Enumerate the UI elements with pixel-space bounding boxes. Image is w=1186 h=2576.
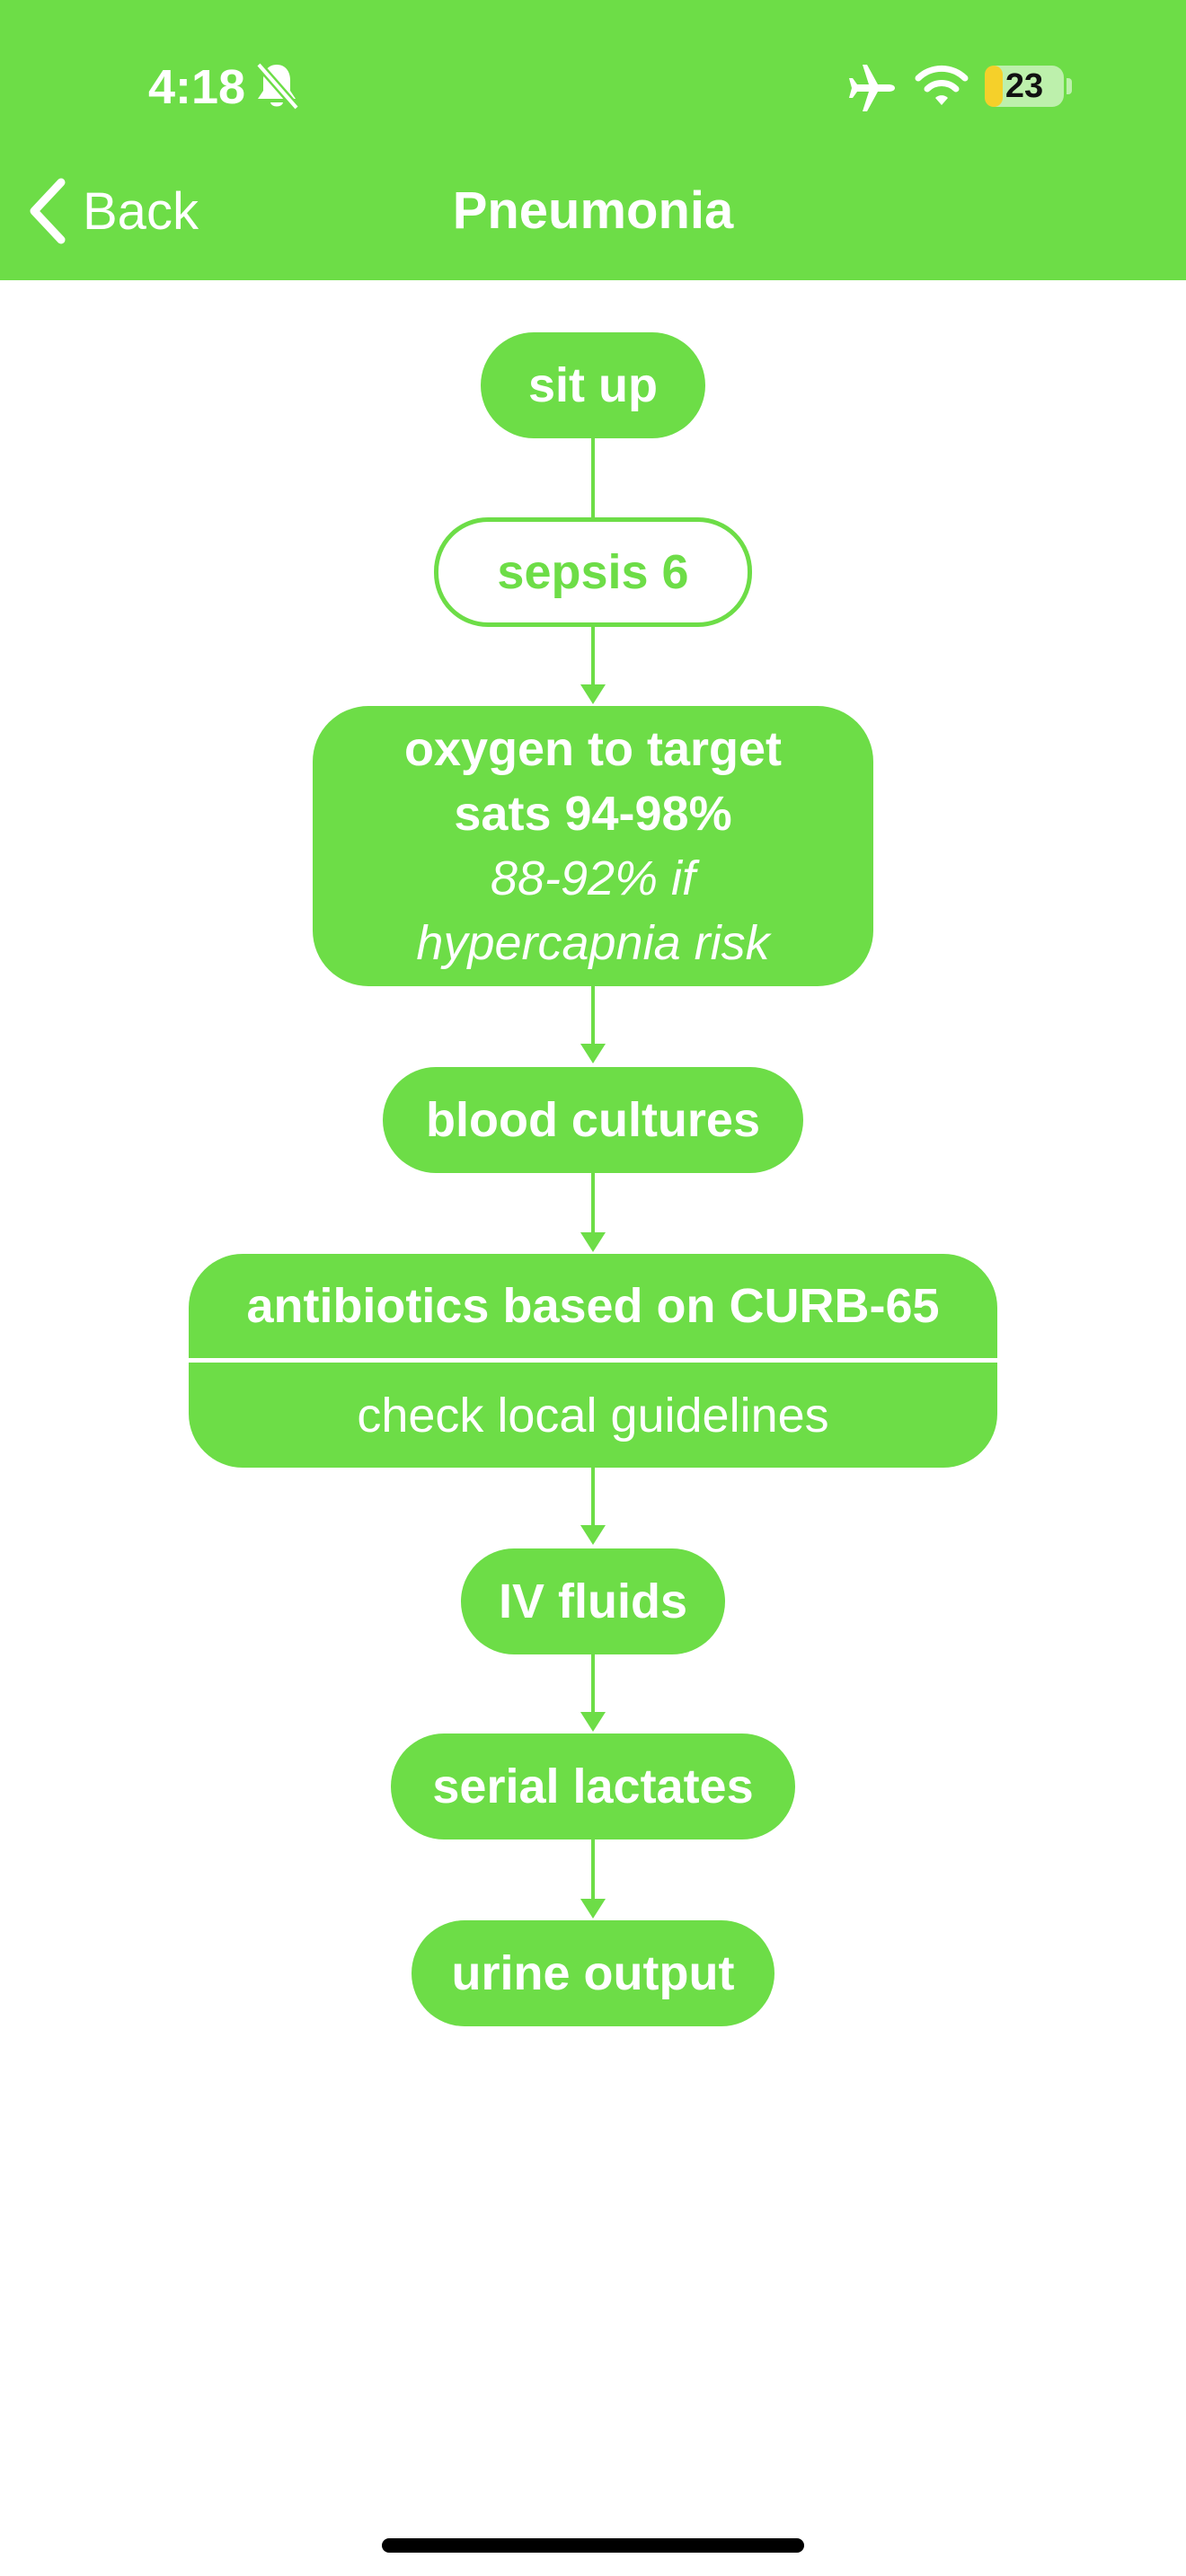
connector-line [591, 1654, 595, 1714]
step-sepsis-6[interactable]: sepsis 6 [434, 517, 752, 627]
connector-line [591, 1468, 595, 1527]
arrow-down-icon [580, 1232, 606, 1252]
arrow-down-icon [580, 684, 606, 704]
arrow-down-icon [580, 1899, 606, 1919]
connector-line [591, 627, 595, 686]
oxygen-line-1: oxygen to target [403, 722, 783, 776]
step-antibiotics[interactable]: antibiotics based on CURB-65 check local… [189, 1254, 997, 1468]
connector-line [591, 986, 595, 1045]
connector-line [591, 1173, 595, 1234]
oxygen-line-3: 88-92% if [490, 851, 696, 905]
step-urine-output[interactable]: urine output [412, 1920, 774, 2026]
antibiotics-title: antibiotics based on CURB-65 [189, 1254, 997, 1363]
step-iv-fluids[interactable]: IV fluids [461, 1548, 725, 1654]
antibiotics-note: check local guidelines [357, 1388, 829, 1442]
arrow-down-icon [580, 1525, 606, 1545]
step-blood-cultures[interactable]: blood cultures [383, 1067, 803, 1173]
step-sit-up[interactable]: sit up [481, 332, 705, 438]
flowchart: sit up sepsis 6 oxygen to target sats 94… [0, 0, 1186, 2576]
step-serial-lactates[interactable]: serial lactates [391, 1734, 795, 1839]
arrow-down-icon [580, 1044, 606, 1063]
oxygen-line-4: hypercapnia risk [416, 916, 770, 970]
home-indicator[interactable] [382, 2538, 804, 2553]
arrow-down-icon [580, 1712, 606, 1732]
step-oxygen[interactable]: oxygen to target sats 94-98% 88-92% if h… [313, 706, 873, 986]
connector-line [591, 438, 595, 517]
oxygen-line-2: sats 94-98% [454, 787, 732, 841]
connector-line [591, 1839, 595, 1901]
